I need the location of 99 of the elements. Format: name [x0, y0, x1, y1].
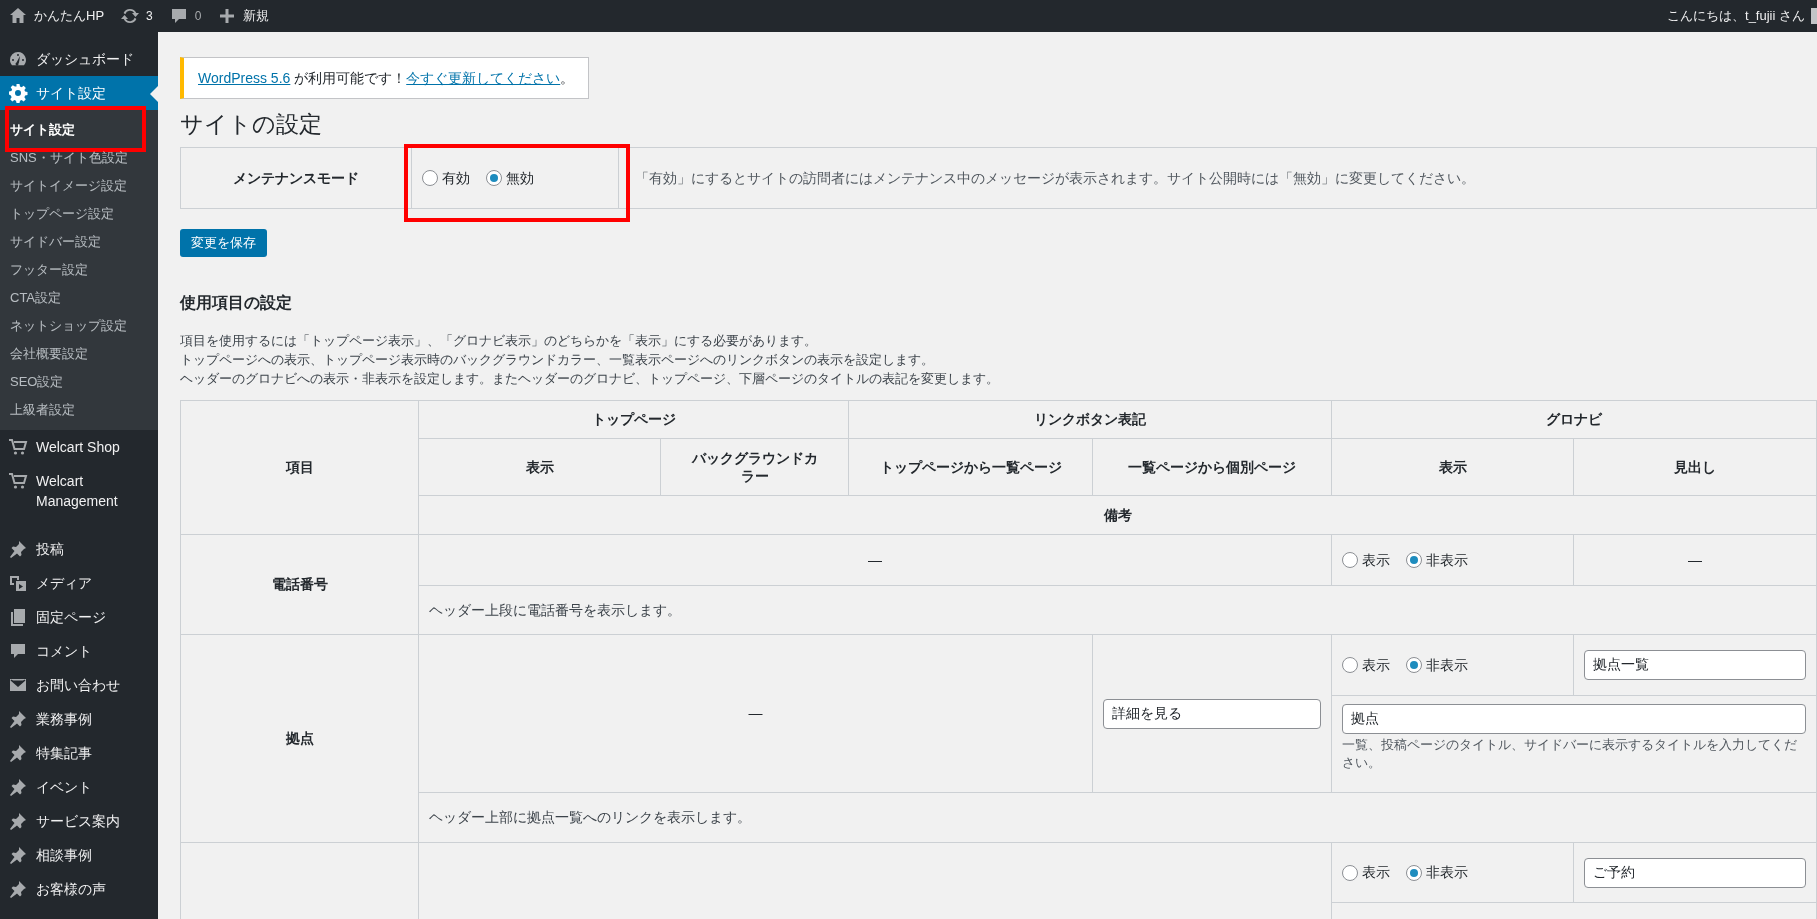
- save-button[interactable]: 変更を保存: [180, 229, 267, 257]
- row-label: 電話番号: [180, 534, 419, 635]
- current-pointer-icon: [150, 86, 158, 102]
- notice-punctuation: 。: [560, 70, 575, 86]
- pin-icon: [8, 709, 28, 729]
- radio-button[interactable]: [1342, 552, 1358, 568]
- section-description: トップページへの表示、トップページ表示時のバックグラウンドカラー、一覧表示ページへのリンクボタンの表示を設定します。: [180, 351, 935, 369]
- radio-button[interactable]: [1406, 864, 1422, 881]
- column-header: トップページから一覧ページ: [848, 438, 1093, 496]
- settings-icon: [8, 83, 28, 103]
- radio-button[interactable]: [1406, 657, 1422, 673]
- pages-icon: [8, 607, 28, 627]
- radio-button[interactable]: [422, 170, 438, 186]
- heading-field[interactable]: 拠点一覧: [1584, 650, 1806, 680]
- comment-icon: [8, 641, 28, 661]
- pin-icon: [8, 777, 28, 797]
- column-header: リンクボタン表記: [848, 400, 1332, 439]
- cart-icon: [8, 437, 28, 457]
- pin-icon: [8, 879, 28, 899]
- notice-text: が利用可能です！: [293, 70, 407, 86]
- option-label[interactable]: 表示: [1362, 654, 1390, 676]
- refresh-icon: [120, 6, 141, 26]
- submenu-item[interactable]: ネットショップ設定: [0, 312, 158, 340]
- pin-icon: [8, 539, 28, 559]
- sidebar-item[interactable]: Welcart Shop: [0, 430, 158, 464]
- row-label: 拠点: [180, 634, 419, 843]
- updates-link[interactable]: 3: [112, 0, 161, 32]
- field-label: メンテナンスモード: [232, 168, 360, 188]
- option-label[interactable]: 表示: [1362, 862, 1390, 883]
- home-icon: [8, 6, 28, 26]
- submenu-item[interactable]: フッター設定: [0, 256, 158, 284]
- section-description: ヘッダーのグロナビへの表示・非表示を設定します。またヘッダーのグロナビ、トップページ、下層ページのタイトルの表記を変更します。: [180, 370, 1000, 388]
- column-header: バックグラウンドカラー: [660, 438, 849, 496]
- new-content-link[interactable]: 新規: [209, 0, 278, 32]
- sidebar-item[interactable]: ダッシュボード: [0, 42, 158, 76]
- note-text: ヘッダー上部に拠点一覧へのリンクを表示します。: [418, 792, 1817, 843]
- column-header: グロナビ: [1331, 400, 1817, 439]
- submenu-item[interactable]: サイト設定: [0, 116, 158, 144]
- radio-button[interactable]: [1342, 864, 1358, 881]
- option-label[interactable]: 非表示: [1426, 654, 1468, 676]
- pin-icon: [8, 845, 28, 865]
- option-label[interactable]: 無効: [506, 167, 534, 189]
- pin-icon: [8, 743, 28, 763]
- sidebar-item[interactable]: Welcart Management: [0, 464, 158, 518]
- title-field[interactable]: 拠点: [1342, 704, 1806, 734]
- submenu-item[interactable]: サイドバー設定: [0, 228, 158, 256]
- submenu-item[interactable]: サイトイメージ設定: [0, 172, 158, 200]
- submenu-item[interactable]: SNS・サイト色設定: [0, 144, 158, 172]
- sidebar-item[interactable]: お問い合わせ: [0, 668, 158, 702]
- column-header: 備考: [418, 495, 1817, 535]
- column-header: トップページ: [418, 400, 849, 439]
- sidebar-item[interactable]: お客様の声: [0, 872, 158, 906]
- table-cell: —: [418, 634, 1093, 793]
- sidebar-item[interactable]: コメント: [0, 634, 158, 668]
- submenu-item[interactable]: 上級者設定: [0, 396, 158, 424]
- sidebar-item[interactable]: 特集記事: [0, 736, 158, 770]
- comments-link[interactable]: 0: [160, 0, 210, 32]
- section-heading: 使用項目の設定: [180, 293, 293, 313]
- account-greeting[interactable]: こんにちは、t_fujii さん: [1667, 6, 1805, 26]
- cart-icon: [8, 471, 28, 491]
- link-label-field[interactable]: 詳細を見る: [1103, 698, 1321, 729]
- sidebar-item[interactable]: サービス案内: [0, 804, 158, 838]
- column-header: 一覧ページから個別ページ: [1092, 438, 1332, 496]
- column-header: 見出し: [1573, 438, 1817, 496]
- radio-button[interactable]: [1406, 552, 1422, 568]
- option-label[interactable]: 有効: [442, 167, 470, 189]
- radio-button[interactable]: [1342, 657, 1358, 673]
- table-cell: —: [1573, 534, 1817, 586]
- submenu-item[interactable]: CTA設定: [0, 284, 158, 312]
- column-header: 表示: [418, 438, 661, 496]
- note-text: ヘッダー上段に電話番号を表示します。: [418, 585, 1817, 635]
- option-label[interactable]: 表示: [1362, 549, 1390, 571]
- submenu-item[interactable]: SEO設定: [0, 368, 158, 396]
- field-description: 「有効」にするとサイトの訪問者にはメンテナンス中のメッセージが表示されます。サイト公開時には「無効」に変更してください。: [634, 168, 1476, 188]
- submenu-item[interactable]: トップページ設定: [0, 200, 158, 228]
- page-title: サイトの設定: [180, 110, 323, 139]
- sidebar-item[interactable]: 業務事例: [0, 702, 158, 736]
- table-cell: —: [418, 534, 1332, 586]
- column-header: 項目: [180, 400, 419, 535]
- option-label[interactable]: 非表示: [1426, 862, 1468, 883]
- sidebar-item[interactable]: 投稿: [0, 532, 158, 566]
- sidebar-item[interactable]: メディア: [0, 566, 158, 600]
- help-text: 一覧、投稿ページのタイトル、サイドバーに表示するタイトルを入力してください。: [1342, 736, 1798, 772]
- heading-field[interactable]: ご予約: [1584, 857, 1806, 888]
- sidebar-item[interactable]: 相談事例: [0, 838, 158, 872]
- version-link[interactable]: WordPress 5.6: [198, 70, 291, 86]
- column-header: 表示: [1331, 438, 1574, 496]
- sidebar-item[interactable]: 固定ページ: [0, 600, 158, 634]
- pin-icon: [8, 811, 28, 831]
- update-link[interactable]: 今すぐ更新してください: [406, 70, 561, 86]
- site-link[interactable]: かんたんHP: [0, 0, 113, 32]
- sidebar-item[interactable]: イベント: [0, 770, 158, 804]
- option-label[interactable]: 非表示: [1426, 549, 1468, 571]
- avatar-placeholder: [1811, 8, 1817, 24]
- section-description: 項目を使用するには「トップページ表示」、「グロナビ表示」のどちらかを「表示」にする必要があります。: [180, 332, 818, 350]
- sidebar-item[interactable]: サイト設定: [0, 76, 158, 110]
- radio-button[interactable]: [486, 170, 502, 186]
- media-icon: [8, 573, 28, 593]
- submenu-item[interactable]: 会社概要設定: [0, 340, 158, 368]
